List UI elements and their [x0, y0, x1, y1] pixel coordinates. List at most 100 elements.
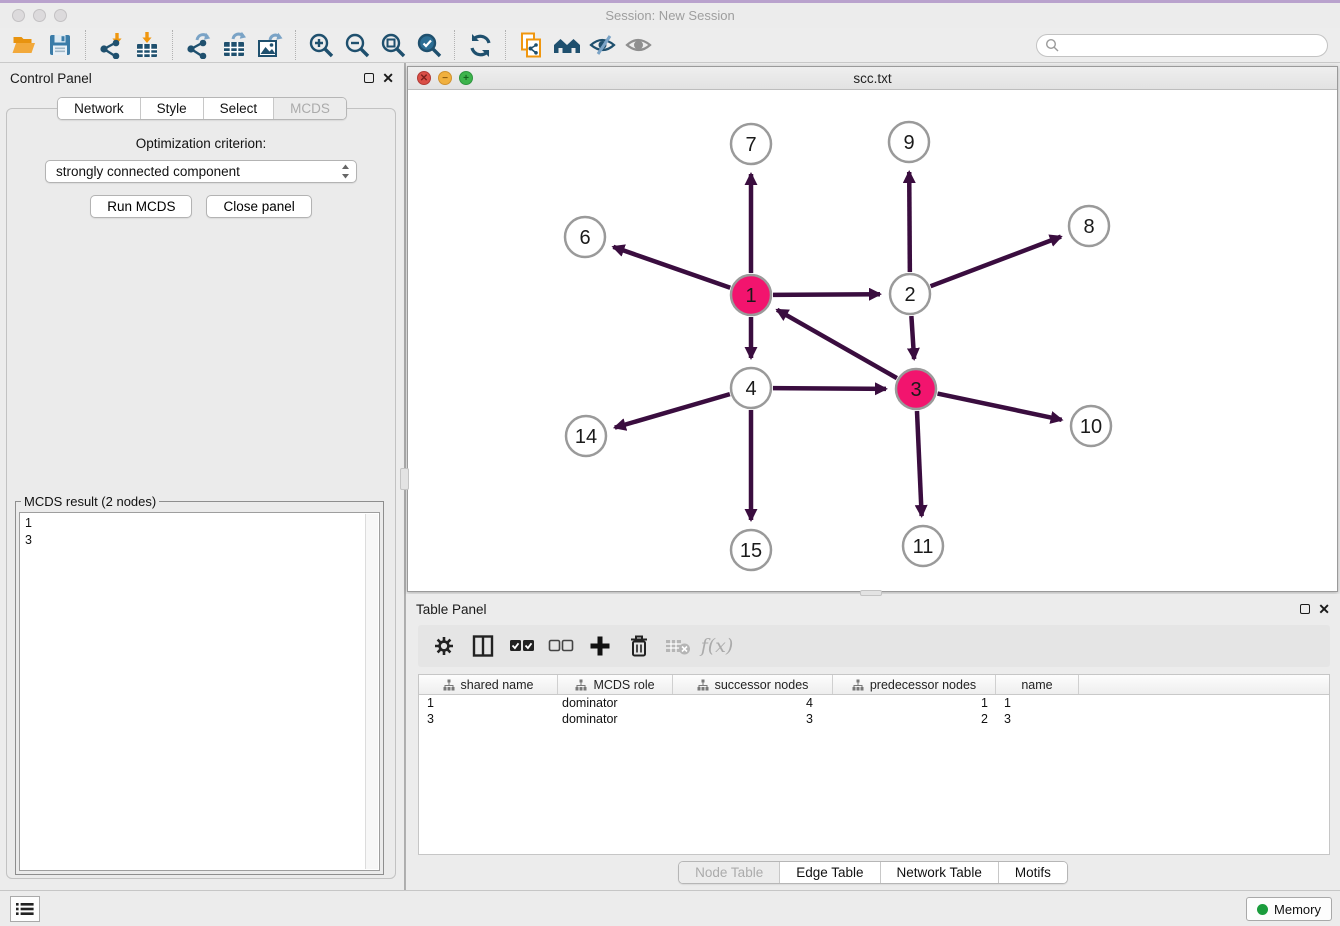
graph-node-7[interactable]: 7 [731, 124, 771, 164]
svg-text:6: 6 [579, 227, 590, 249]
graph-edge-2-3[interactable] [911, 316, 914, 359]
import-table-icon[interactable] [129, 30, 165, 60]
network-canvas-svg: 7 9 6 8 1 2 4 3 14 10 15 11 [408, 90, 1337, 591]
cell-predecessor-nodes[interactable]: 1 [833, 696, 996, 710]
close-table-panel-icon[interactable]: ✕ [1318, 604, 1330, 614]
apply-layout-icon[interactable] [462, 30, 498, 60]
graph-edge-2-8[interactable] [931, 237, 1061, 287]
graph-node-6[interactable]: 6 [565, 217, 605, 257]
graph-node-1[interactable]: 1 [731, 275, 771, 315]
graph-edge-3-11[interactable] [917, 411, 922, 516]
function-builder-icon[interactable]: f(x) [701, 630, 733, 662]
graph-node-8[interactable]: 8 [1069, 206, 1109, 246]
cell-successor-nodes[interactable]: 4 [673, 696, 833, 710]
svg-text:2: 2 [904, 284, 915, 306]
cell-name[interactable]: 1 [996, 696, 1079, 710]
zoom-in-icon[interactable] [303, 30, 339, 60]
float-panel-icon[interactable] [364, 73, 374, 83]
graph-edge-1-2[interactable] [773, 294, 880, 295]
graph-edge-2-9[interactable] [909, 172, 910, 272]
column-header-successor-nodes[interactable]: successor nodes [673, 675, 833, 694]
toolbar-separator [505, 30, 506, 60]
close-panel-button[interactable]: Close panel [206, 195, 311, 218]
tree-icon [575, 679, 587, 691]
column-view-icon[interactable] [467, 630, 499, 662]
cell-shared-name[interactable]: 1 [419, 696, 558, 710]
show-all-icon[interactable] [621, 30, 657, 60]
graph-node-9[interactable]: 9 [889, 122, 929, 162]
export-network-icon[interactable] [180, 30, 216, 60]
graph-edge-4-3[interactable] [773, 388, 886, 389]
import-network-icon[interactable] [93, 30, 129, 60]
tab-motifs[interactable]: Motifs [999, 862, 1067, 883]
export-table-icon[interactable] [216, 30, 252, 60]
first-neighbors-icon[interactable] [549, 30, 585, 60]
table-splitter-handle[interactable] [860, 590, 882, 596]
float-table-panel-icon[interactable] [1300, 604, 1310, 614]
run-mcds-button[interactable]: Run MCDS [90, 195, 192, 218]
optimization-criterion-label: Optimization criterion: [7, 136, 395, 151]
svg-text:15: 15 [740, 540, 762, 562]
tab-network-table[interactable]: Network Table [881, 862, 999, 883]
graph-node-3[interactable]: 3 [896, 369, 936, 409]
graph-edge-4-14[interactable] [615, 394, 730, 427]
cell-mcds-role[interactable]: dominator [558, 696, 673, 710]
column-header-predecessor-nodes[interactable]: predecessor nodes [833, 675, 996, 694]
cell-predecessor-nodes[interactable]: 2 [833, 712, 996, 726]
graph-node-4[interactable]: 4 [731, 368, 771, 408]
status-bar: Memory [0, 890, 1340, 926]
select-all-check-icon[interactable] [506, 630, 538, 662]
tab-select[interactable]: Select [204, 98, 275, 119]
zoom-selected-icon[interactable] [411, 30, 447, 60]
cell-shared-name[interactable]: 3 [419, 712, 558, 726]
column-header-mcds-role[interactable]: MCDS role [558, 675, 673, 694]
mcds-result-item[interactable]: 3 [25, 532, 379, 549]
graph-node-15[interactable]: 15 [731, 530, 771, 570]
delete-column-icon[interactable] [623, 630, 655, 662]
graph-node-2[interactable]: 2 [890, 274, 930, 314]
graph-edge-1-6[interactable] [613, 247, 730, 288]
graph-node-11[interactable]: 11 [903, 526, 943, 566]
mcds-result-item[interactable]: 1 [25, 515, 379, 532]
column-header-name[interactable]: name [996, 675, 1079, 694]
task-history-button[interactable] [10, 896, 40, 922]
tab-style[interactable]: Style [141, 98, 204, 119]
unselect-all-icon[interactable] [545, 630, 577, 662]
graph-node-10[interactable]: 10 [1071, 406, 1111, 446]
table-row[interactable]: 3 dominator 3 2 3 [419, 711, 1329, 727]
optimization-criterion-select[interactable]: strongly connected component [45, 160, 357, 183]
graph-node-14[interactable]: 14 [566, 416, 606, 456]
svg-text:8: 8 [1083, 216, 1094, 238]
column-header-shared-name[interactable]: shared name [419, 675, 558, 694]
tab-mcds[interactable]: MCDS [274, 98, 346, 119]
panel-splitter-handle[interactable] [400, 468, 409, 490]
table-options-icon[interactable] [428, 630, 460, 662]
save-session-icon[interactable] [42, 30, 78, 60]
graph-edge-3-1[interactable] [777, 310, 897, 378]
zoom-out-icon[interactable] [339, 30, 375, 60]
network-window-titlebar[interactable]: ✕ − + scc.txt [408, 67, 1337, 90]
memory-button[interactable]: Memory [1246, 897, 1332, 921]
result-scrollbar[interactable] [365, 514, 378, 869]
cell-successor-nodes[interactable]: 3 [673, 712, 833, 726]
mcds-result-list[interactable]: 1 3 [19, 512, 380, 871]
tab-edge-table[interactable]: Edge Table [780, 862, 880, 883]
network-canvas[interactable]: 7 9 6 8 1 2 4 3 14 10 15 11 [408, 90, 1337, 591]
duplicate-network-icon[interactable] [513, 30, 549, 60]
zoom-fit-icon[interactable] [375, 30, 411, 60]
open-session-icon[interactable] [6, 30, 42, 60]
tab-node-table[interactable]: Node Table [679, 862, 780, 883]
table-row[interactable]: 1 dominator 4 1 1 [419, 695, 1329, 711]
tree-icon [443, 679, 455, 691]
tab-network[interactable]: Network [58, 98, 141, 119]
export-image-icon[interactable] [252, 30, 288, 60]
cell-name[interactable]: 3 [996, 712, 1079, 726]
graph-edge-3-10[interactable] [938, 394, 1062, 420]
cell-mcds-role[interactable]: dominator [558, 712, 673, 726]
close-panel-icon[interactable]: ✕ [382, 73, 394, 83]
add-column-icon[interactable] [584, 630, 616, 662]
search-input[interactable] [1036, 34, 1328, 57]
delete-table-icon[interactable] [662, 630, 694, 662]
search-icon [1045, 38, 1059, 52]
hide-selected-icon[interactable] [585, 30, 621, 60]
